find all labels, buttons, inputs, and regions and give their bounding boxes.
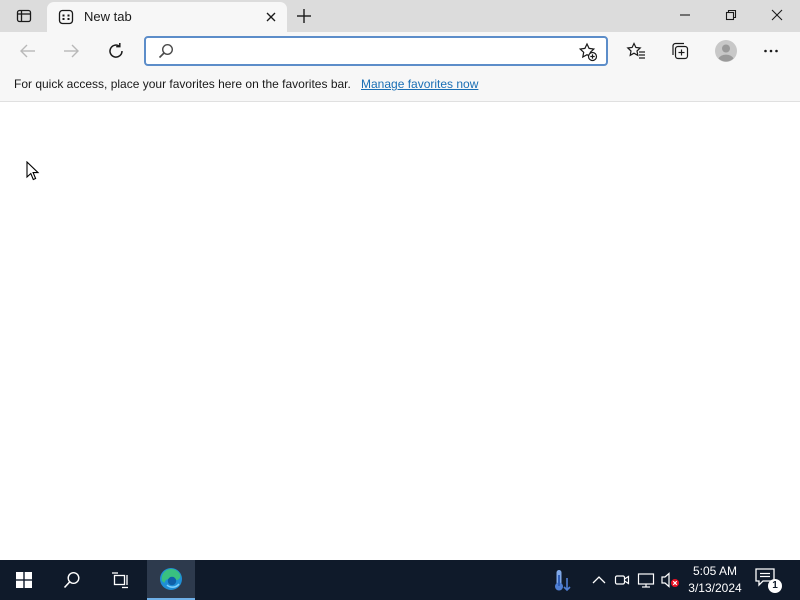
network-icon: [637, 573, 655, 588]
restore-icon: [725, 9, 737, 21]
profile-icon: [715, 40, 737, 62]
new-tab-page-icon: [58, 9, 74, 25]
tab-actions-icon: [16, 9, 32, 23]
collections-icon: [672, 42, 689, 60]
profile-button[interactable]: [711, 36, 741, 66]
add-favorite-button[interactable]: [578, 42, 598, 62]
favorites-icon: [626, 42, 645, 59]
address-input[interactable]: [182, 42, 572, 60]
more-icon: [764, 49, 778, 53]
search-icon: [63, 571, 80, 589]
minimize-icon: [680, 14, 690, 16]
volume-button[interactable]: [659, 560, 681, 600]
task-view-button[interactable]: [96, 560, 144, 600]
minimize-button[interactable]: [662, 0, 708, 30]
settings-more-button[interactable]: [756, 36, 786, 66]
back-button[interactable]: [13, 36, 43, 66]
favorites-bar-message: For quick access, place your favorites h…: [14, 77, 351, 91]
collections-button[interactable]: [665, 36, 695, 66]
windows-start-icon: [16, 572, 32, 588]
tab-close-button[interactable]: [261, 7, 281, 27]
refresh-icon: [109, 43, 123, 58]
tab-actions-button[interactable]: [8, 4, 40, 28]
volume-muted-icon: [661, 572, 679, 588]
clock-date: 3/13/2024: [688, 581, 742, 595]
taskbar-clock[interactable]: 5:05 AM 3/13/2024: [682, 563, 748, 597]
manage-favorites-link[interactable]: Manage favorites now: [361, 77, 478, 91]
taskbar: 5:05 AM 3/13/2024 1: [0, 560, 800, 600]
edge-taskbar-button[interactable]: [147, 560, 195, 600]
weather-widget[interactable]: [552, 560, 574, 600]
new-tab-button[interactable]: [292, 4, 316, 28]
edge-icon: [160, 568, 182, 590]
back-arrow-icon: [20, 44, 35, 58]
taskbar-search-button[interactable]: [48, 560, 96, 600]
forward-arrow-icon: [64, 44, 79, 58]
start-button[interactable]: [0, 560, 48, 600]
meet-now-button[interactable]: [612, 560, 632, 600]
restore-button[interactable]: [708, 0, 754, 30]
plus-icon: [297, 9, 311, 23]
add-favorite-icon: [578, 42, 598, 62]
mouse-pointer-icon: [26, 161, 40, 181]
window-close-icon: [771, 9, 783, 21]
show-hidden-icons-button[interactable]: [589, 560, 609, 600]
meet-now-icon: [614, 575, 630, 585]
favorites-button[interactable]: [621, 36, 651, 66]
window-close-button[interactable]: [754, 0, 800, 30]
search-icon: [158, 43, 174, 59]
task-view-icon: [112, 572, 128, 589]
browser-toolbar: [0, 32, 800, 70]
forward-button[interactable]: [56, 36, 86, 66]
action-center-button[interactable]: 1: [754, 566, 784, 594]
page-content[interactable]: [0, 103, 800, 560]
network-button[interactable]: [635, 560, 657, 600]
tab-new-tab[interactable]: New tab: [47, 2, 287, 32]
notification-count-badge: 1: [768, 579, 782, 593]
title-bar: New tab: [0, 0, 800, 32]
chevron-up-icon: [592, 576, 606, 584]
weather-icon: [555, 570, 571, 592]
favorites-bar: For quick access, place your favorites h…: [0, 70, 800, 102]
refresh-button[interactable]: [101, 36, 131, 66]
tab-title: New tab: [84, 9, 132, 24]
clock-time: 5:05 AM: [692, 564, 738, 578]
close-icon: [266, 12, 276, 22]
address-bar[interactable]: [144, 36, 608, 66]
